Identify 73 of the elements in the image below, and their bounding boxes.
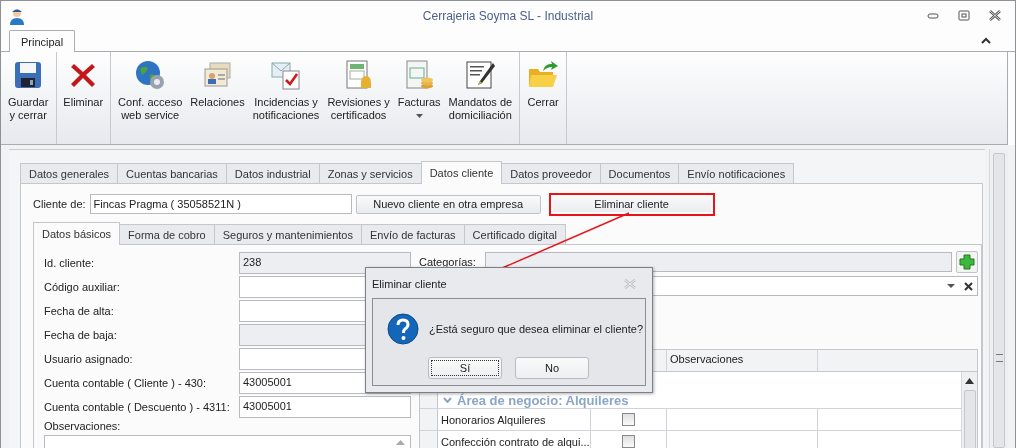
table-cell: Confección contrato de alqui... <box>438 431 591 448</box>
ribbon-button[interactable]: Facturas <box>393 52 445 144</box>
tab[interactable]: Datos generales <box>20 163 119 183</box>
collapse-ribbon-icon[interactable] <box>981 37 991 44</box>
ribbon-button[interactable]: Revisiones y certificados <box>323 52 394 144</box>
tab[interactable]: Zonas y servicios <box>318 163 422 183</box>
tab[interactable]: Envío notificaciones <box>678 163 795 183</box>
field-label: Id. cliente: <box>44 257 96 269</box>
ribbon-tab[interactable]: Principal <box>9 30 76 52</box>
input-field[interactable]: 43005001 <box>239 396 411 418</box>
id-cards-icon <box>204 62 230 87</box>
window-title: Cerrajeria Soyma SL - Industrial <box>422 8 594 23</box>
field-label: Usuario asignado: <box>44 353 134 365</box>
field-label: Observaciones: <box>44 420 122 432</box>
ribbon-button[interactable]: Cerrar <box>523 52 564 144</box>
minimize-icon[interactable] <box>927 12 939 19</box>
scrollbar[interactable] <box>961 372 977 448</box>
dialog-button[interactable]: No <box>515 357 589 379</box>
dropdown-caret-icon <box>415 114 423 118</box>
table-cell: Honorarios Alquileres <box>438 409 591 430</box>
tab[interactable]: Certificado digital <box>463 224 566 244</box>
checkbox[interactable] <box>622 413 635 426</box>
client-field[interactable]: Fincas Pragma ( 35058521N ) <box>89 194 352 214</box>
ribbon-button[interactable]: Incidencias y notificaciones <box>248 52 324 144</box>
close-icon[interactable] <box>989 10 1001 21</box>
scroll-up-icon[interactable] <box>965 378 974 384</box>
tab[interactable]: Datos básicos <box>33 222 121 245</box>
field-label: Cuenta contable ( Descuento ) - 4311: <box>44 401 231 413</box>
tab[interactable]: Cuentas bancarias <box>117 163 227 183</box>
field-label: Código auxiliar: <box>44 281 121 293</box>
group-title: Área de negocio: Alquileres <box>457 392 629 408</box>
tab[interactable]: Datos proveedor <box>501 163 601 183</box>
ribbon-button[interactable]: Mandatos de domiciliación <box>444 52 517 144</box>
action-button[interactable]: Nuevo cliente en otra empresa <box>355 194 541 214</box>
column-header[interactable]: Observaciones <box>667 350 818 371</box>
notebook-bell-icon <box>346 60 371 89</box>
tab[interactable]: Forma de cobro <box>119 224 215 244</box>
dialog-title: Eliminar cliente <box>372 278 447 290</box>
collapse-group-icon[interactable] <box>443 397 452 403</box>
invoice-coins-icon <box>406 60 434 89</box>
scrollbar[interactable] <box>989 149 1008 448</box>
question-icon <box>387 313 419 345</box>
ribbon-button[interactable]: Eliminar <box>59 52 108 144</box>
checkbox[interactable] <box>622 435 635 448</box>
client-label: Cliente de: <box>33 198 86 210</box>
notes-field[interactable] <box>44 435 411 448</box>
tab[interactable]: Datos cliente <box>420 161 503 184</box>
dialog-message: ¿Está seguro que desea eliminar el cliente? <box>429 323 643 335</box>
tab[interactable]: Documentos <box>599 163 680 183</box>
dialog-button[interactable]: Sí <box>428 357 502 379</box>
ribbon-button[interactable]: Guardar y cerrar <box>4 52 58 144</box>
tab[interactable]: Datos industrial <box>225 163 320 183</box>
ribbon-button[interactable]: Relaciones <box>186 52 249 144</box>
cross-icon <box>71 64 96 87</box>
maximize-icon[interactable] <box>958 10 970 21</box>
field-label: Categorías: <box>419 256 476 268</box>
document-pen-icon <box>466 61 496 89</box>
field-label: Fecha de baja: <box>44 329 118 341</box>
ribbon-button[interactable]: Conf. acceso web service <box>114 52 187 144</box>
tab[interactable]: Envío de facturas <box>361 224 465 244</box>
clear-icon[interactable] <box>964 281 973 291</box>
plus-icon <box>959 254 975 270</box>
user-icon <box>9 6 25 25</box>
field-label: Cuenta contable ( Cliente ) - 430: <box>44 377 208 389</box>
tab[interactable]: Seguros y mantenimientos <box>213 224 362 244</box>
categories-field[interactable] <box>484 252 952 272</box>
envelope-check-icon <box>271 62 300 90</box>
folder-arrow-icon <box>529 61 559 87</box>
globe-gear-icon <box>136 61 165 89</box>
action-button[interactable]: Eliminar cliente <box>548 192 715 216</box>
dropdown-caret-icon[interactable] <box>947 284 955 288</box>
add-button[interactable] <box>956 251 978 273</box>
field-label: Fecha de alta: <box>44 305 115 317</box>
